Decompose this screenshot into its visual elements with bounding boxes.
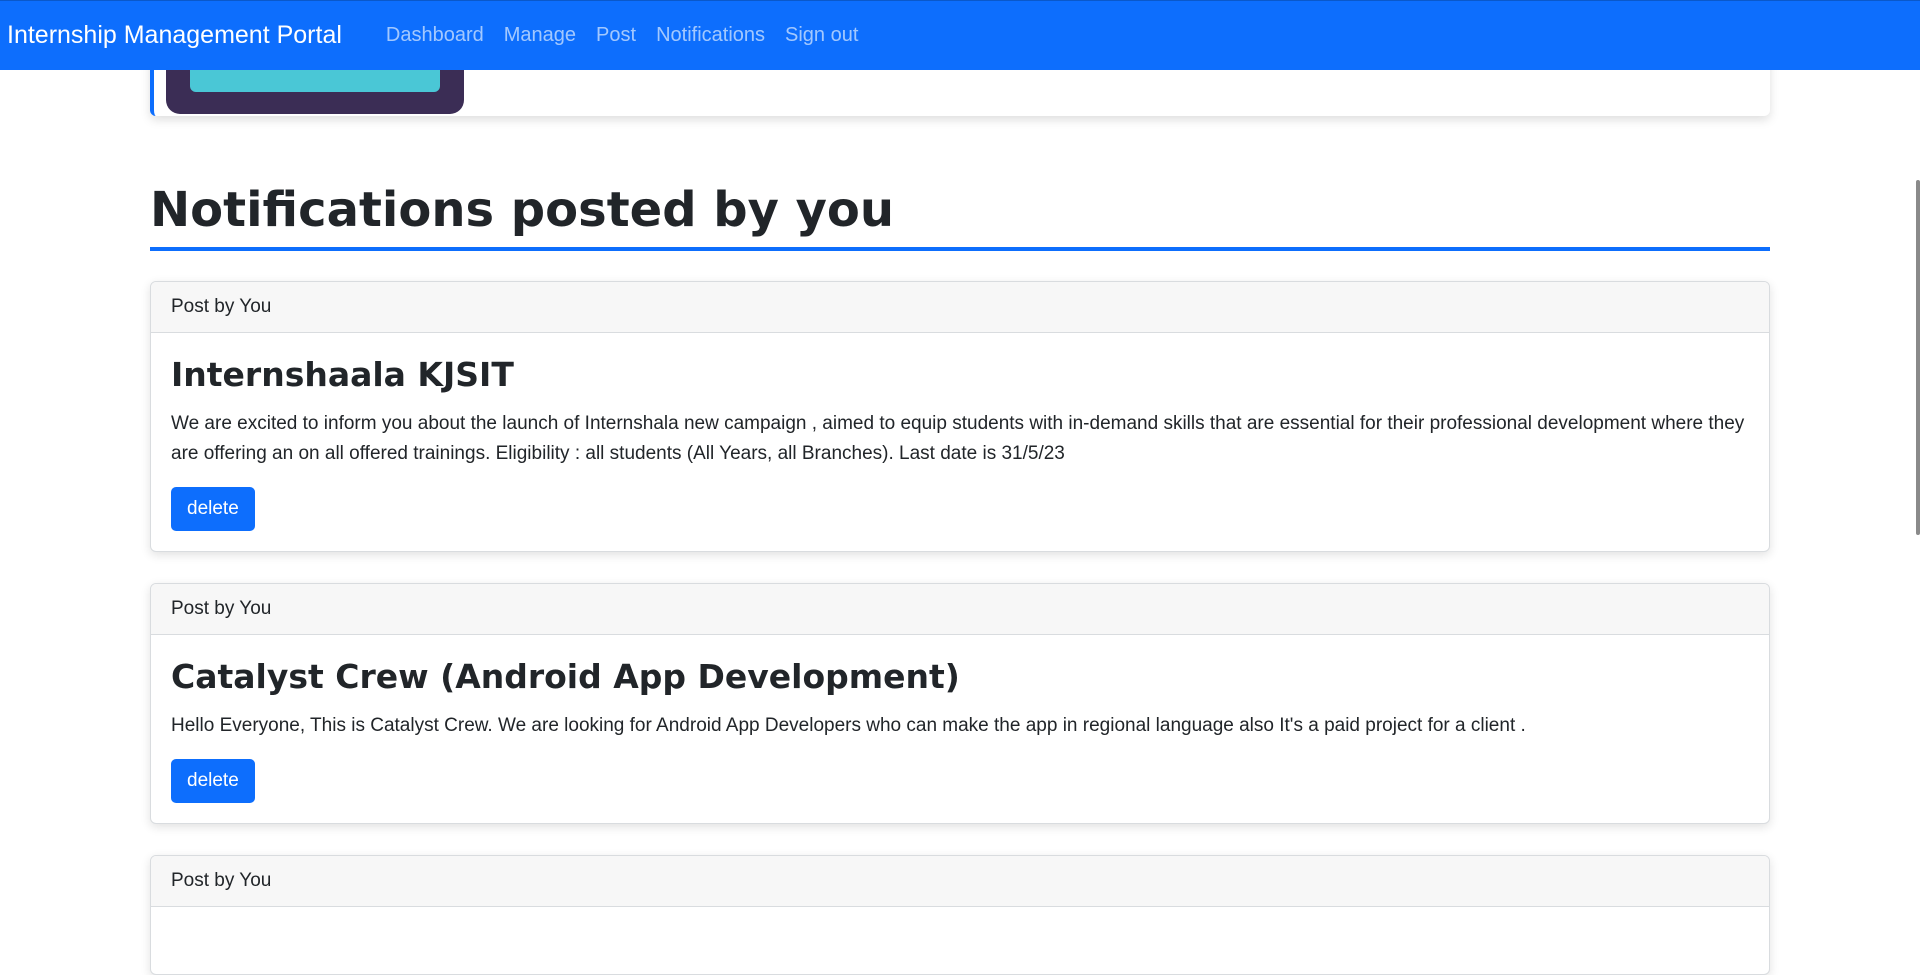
card-text: Hello Everyone, This is Catalyst Crew. W… <box>171 715 1526 736</box>
notification-card: Post by You Internshaala KJSIT We are ex… <box>150 281 1770 552</box>
nav-link-notifications[interactable]: Notifications <box>656 24 765 47</box>
card-title: Catalyst Crew (Android App Development) <box>171 657 960 696</box>
nav-link-sign-out[interactable]: Sign out <box>785 24 858 47</box>
page-title: Notifications posted by you <box>150 182 895 238</box>
nav-link-manage[interactable]: Manage <box>504 24 576 47</box>
notification-card: Post by You Catalyst Crew (Android App D… <box>150 583 1770 824</box>
brand-link[interactable]: Internship Management Portal <box>7 21 342 50</box>
card-text: We are excited to inform you about the l… <box>171 413 1745 464</box>
notification-card: Post by You <box>150 855 1770 975</box>
nav-link-dashboard[interactable]: Dashboard <box>386 24 484 47</box>
card-title: Internshaala KJSIT <box>171 355 514 394</box>
top-navbar: Internship Management Portal Dashboard M… <box>0 0 1920 70</box>
delete-button[interactable]: delete <box>171 759 255 803</box>
scrollbar[interactable] <box>1916 180 1920 535</box>
delete-button[interactable]: delete <box>171 487 255 531</box>
card-body: Catalyst Crew (Android App Development) … <box>151 635 1769 823</box>
nav-link-post[interactable]: Post <box>596 24 636 47</box>
card-header: Post by You <box>151 856 1769 907</box>
card-header: Post by You <box>151 584 1769 635</box>
card-header: Post by You <box>151 282 1769 333</box>
title-underline <box>150 247 1770 251</box>
card-body: Internshaala KJSIT We are excited to inf… <box>151 333 1769 551</box>
